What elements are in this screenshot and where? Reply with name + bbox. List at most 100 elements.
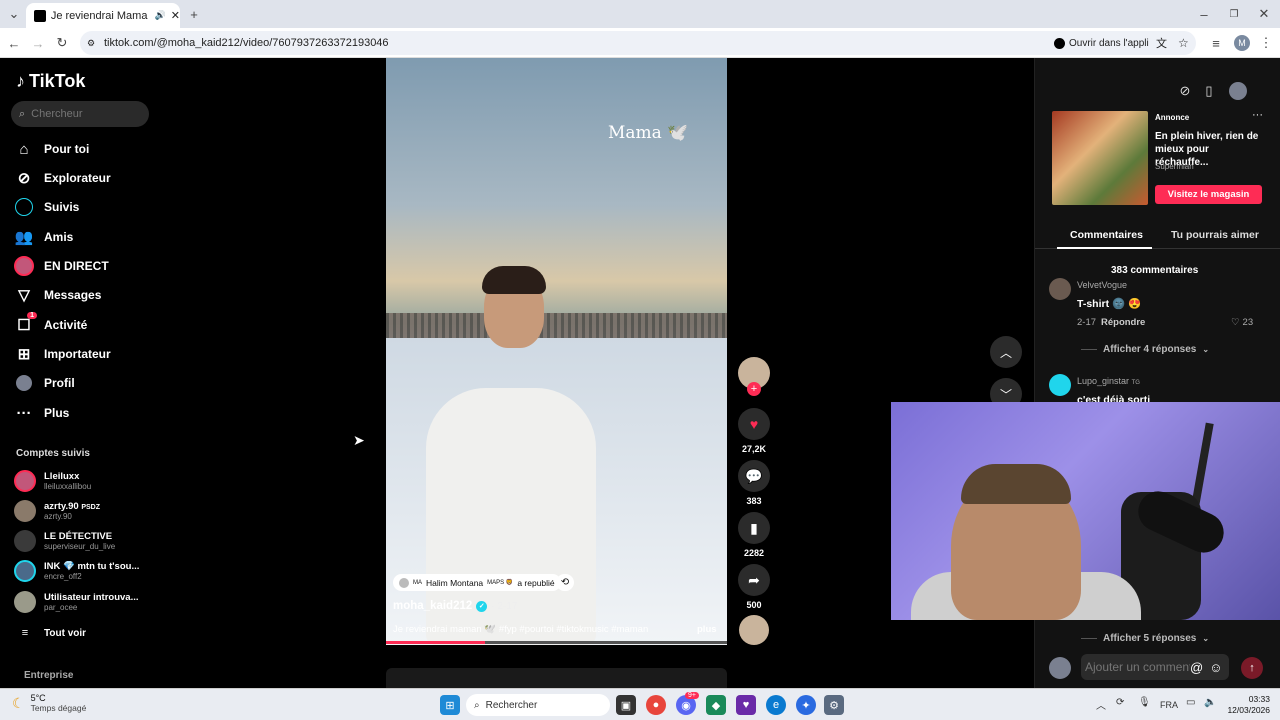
restore-icon[interactable]: ❐ xyxy=(1224,4,1244,24)
nav-for-you[interactable]: ⌂ Pour toi xyxy=(14,138,89,160)
site-info-icon[interactable]: ⚙ xyxy=(87,38,95,49)
phone-icon[interactable]: ▯ xyxy=(1199,81,1219,101)
show-replies-button[interactable]: Afficher 4 réponses ⌄ xyxy=(1081,344,1209,355)
sync-icon[interactable]: ⟳ xyxy=(1116,697,1124,708)
comment-input[interactable] xyxy=(1085,660,1190,674)
mention-icon[interactable]: @ xyxy=(1190,660,1203,675)
show-replies-button[interactable]: Afficher 5 réponses ⌄ xyxy=(1081,633,1209,644)
video-progress-bar[interactable] xyxy=(386,641,727,644)
taskbar-search[interactable]: ⌕ Rechercher xyxy=(466,694,610,716)
tab-list-icon[interactable]: ⌄ xyxy=(4,4,24,24)
translate-icon[interactable]: 文 xyxy=(1156,35,1167,51)
comment-user[interactable]: VelvetVogue xyxy=(1077,280,1127,290)
settings-gear-icon[interactable]: ⚙ xyxy=(824,695,844,715)
nav-following[interactable]: Suivis xyxy=(14,196,79,218)
weather-widget[interactable]: ☾ 5°C Temps dégagé xyxy=(12,693,86,713)
avatar[interactable] xyxy=(1049,374,1071,396)
back-icon[interactable]: ← xyxy=(4,33,24,53)
follow-plus-icon[interactable]: + xyxy=(747,382,761,396)
ad-image[interactable] xyxy=(1052,111,1148,205)
clock[interactable]: 03:33 12/03/2026 xyxy=(1224,694,1270,716)
browser-tab[interactable]: Je reviendrai Mama - Hom 🔊 ✕ xyxy=(26,3,180,28)
new-tab-icon[interactable]: + xyxy=(184,4,204,24)
business-link[interactable]: Entreprise xyxy=(24,670,73,681)
tray-chevron-icon[interactable]: ︿ xyxy=(1096,697,1106,712)
emoji-icon[interactable]: ☺ xyxy=(1209,660,1222,675)
reply-button[interactable]: Répondre xyxy=(1101,317,1145,328)
video-author[interactable]: moha_kaid212 ✓ · 2-17 xyxy=(393,600,517,612)
open-in-app-button[interactable]: Ouvrir dans l'appli xyxy=(1054,37,1149,49)
video-player[interactable]: Mama 🕊️ MA Halim Montana MAPS 🦁 a republié… xyxy=(386,58,727,645)
network-icon[interactable]: ▭ xyxy=(1186,697,1195,708)
followed-account[interactable]: INK 💎 mtn tu t'sou... encre_off2 xyxy=(14,560,139,582)
repost-icon[interactable]: ⟲ xyxy=(556,574,574,591)
visit-store-button[interactable]: Visitez le magasin xyxy=(1155,185,1262,204)
task-view-icon[interactable]: ▣ xyxy=(616,695,636,715)
streamer-app-icon[interactable]: ✦ xyxy=(796,695,816,715)
nav-more[interactable]: ··· Plus xyxy=(14,402,70,424)
followed-account[interactable]: LE DÉTECTIVE superviseur_du_live xyxy=(14,530,115,552)
reload-icon[interactable]: ↻ xyxy=(52,33,72,53)
comment-like[interactable]: ♡ 23 xyxy=(1231,317,1253,328)
url-field[interactable]: ⚙ tiktok.com/@moha_kaid212/video/7607937… xyxy=(80,31,1196,55)
ad-menu-icon[interactable]: ··· xyxy=(1252,109,1263,121)
see-all-button[interactable]: ≡ Tout voir xyxy=(14,627,86,639)
speaker-icon[interactable]: 🔊 xyxy=(155,10,166,21)
minimize-icon[interactable]: – xyxy=(1194,4,1214,24)
comment-icon[interactable]: 💬 xyxy=(738,460,770,492)
like-count: 27,2K xyxy=(741,444,767,454)
heart-app-icon[interactable]: ♥ xyxy=(736,695,756,715)
heart-icon[interactable]: ♥ xyxy=(738,408,770,440)
tab-you-may-like[interactable]: Tu pourrais aimer xyxy=(1171,229,1259,241)
profile-avatar[interactable]: M xyxy=(1234,35,1250,51)
window-close-icon[interactable]: ✕ xyxy=(1254,4,1274,24)
search-box[interactable]: ⌕ xyxy=(11,101,149,127)
tab-close-icon[interactable]: ✕ xyxy=(171,9,180,22)
language-indicator[interactable]: FRA xyxy=(1160,700,1178,710)
followed-account[interactable]: azrty.90 PSDZ azrty.90 xyxy=(14,500,100,522)
forward-icon[interactable]: → xyxy=(28,33,48,53)
share-icon[interactable]: ➦ xyxy=(738,564,770,596)
caption-more-button[interactable]: plus xyxy=(697,624,717,635)
tiktok-logo[interactable]: ♪ TikTok xyxy=(16,71,85,92)
app-icon[interactable]: ◆ xyxy=(706,695,726,715)
followed-account[interactable]: Lleiluxx lleiluxxallibou xyxy=(14,470,91,492)
nav-live[interactable]: EN DIRECT xyxy=(14,255,109,277)
search-input[interactable] xyxy=(31,108,132,120)
chrome-menu-icon[interactable]: ⋮ xyxy=(1256,33,1276,53)
windows-start-icon[interactable]: ⊞ xyxy=(440,695,460,715)
tab-comments[interactable]: Commentaires xyxy=(1070,229,1143,241)
bookmark-star-icon[interactable]: ☆ xyxy=(1178,36,1189,50)
author-avatar-button[interactable]: + xyxy=(738,357,770,396)
followed-account[interactable]: Utilisateur introuva... par_ocee xyxy=(14,591,139,613)
nav-upload[interactable]: ⊞ Importateur xyxy=(14,343,111,365)
nav-messages[interactable]: ▽ Messages xyxy=(14,284,101,306)
edge-icon[interactable]: e xyxy=(766,695,786,715)
like-action[interactable]: ♥ 27,2K xyxy=(738,408,770,454)
microphone-icon[interactable]: 🎙 xyxy=(1138,697,1151,708)
nav-explore[interactable]: ⊘ Explorateur xyxy=(14,167,111,189)
music-disc-button[interactable] xyxy=(738,615,770,645)
share-count: 500 xyxy=(746,600,762,610)
next-video-preview[interactable] xyxy=(386,668,727,688)
chrome-icon[interactable]: ● xyxy=(646,695,666,715)
explore-icon[interactable]: ⊘ xyxy=(1175,81,1195,101)
previous-video-button[interactable]: ︿ xyxy=(990,336,1022,368)
share-action[interactable]: ➦ 500 xyxy=(738,564,770,610)
user-avatar[interactable] xyxy=(1229,82,1247,100)
nav-friends[interactable]: 👥 Amis xyxy=(14,226,74,248)
volume-icon[interactable]: 🔈 xyxy=(1204,697,1216,708)
media-controls-icon[interactable]: ≡ xyxy=(1206,33,1226,53)
save-action[interactable]: ▮ 2282 xyxy=(738,512,770,558)
bookmark-icon[interactable]: ▮ xyxy=(738,512,770,544)
discord-icon[interactable]: ◉ 9+ xyxy=(676,692,699,715)
send-comment-button[interactable]: ↑ xyxy=(1241,657,1263,679)
repost-user: Halim Montana xyxy=(426,577,484,588)
comment-user[interactable]: Lupo_ginstar TG xyxy=(1077,376,1140,386)
nav-activity[interactable]: ☐ 1 Activité xyxy=(14,312,87,336)
repost-chip[interactable]: MA Halim Montana MAPS 🦁 a republié xyxy=(393,574,561,591)
comment-input-box[interactable]: @ ☺ xyxy=(1081,654,1229,680)
nav-profile[interactable]: Profil xyxy=(14,372,75,394)
avatar[interactable] xyxy=(1049,278,1071,300)
comment-action[interactable]: 💬 383 xyxy=(738,460,770,506)
